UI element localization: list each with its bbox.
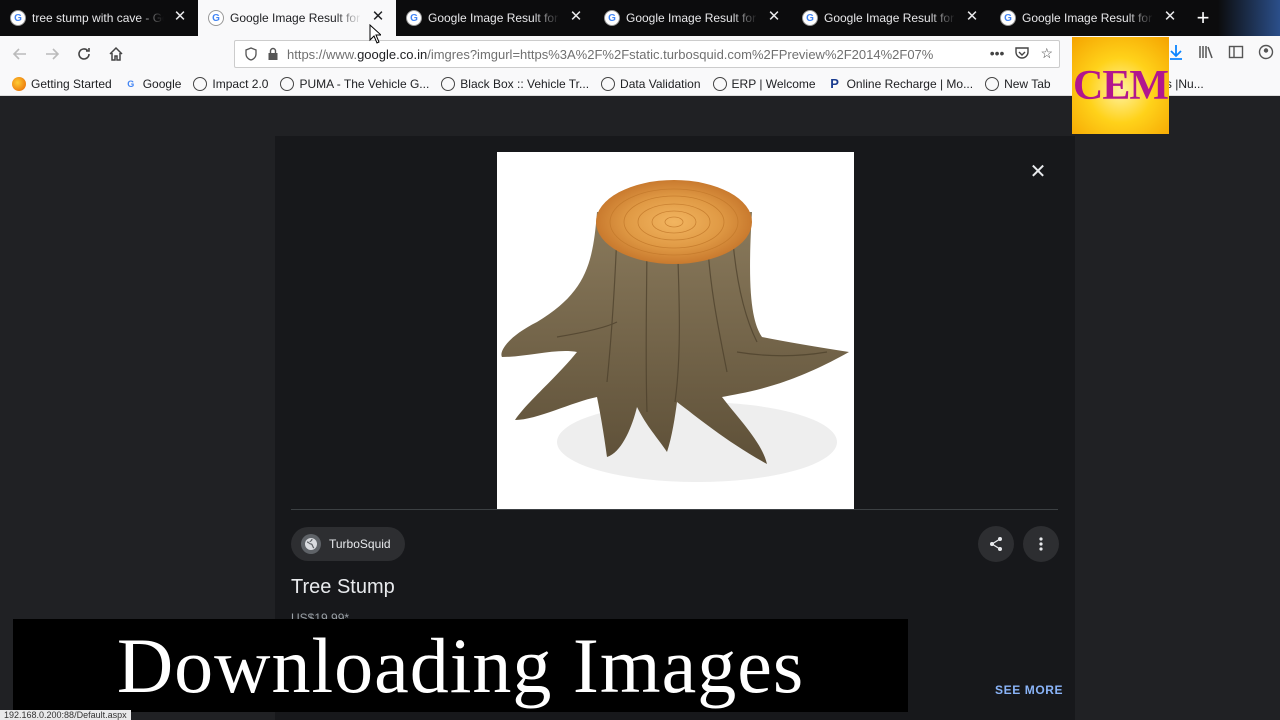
close-viewer-icon[interactable]: ✕ xyxy=(1026,160,1050,184)
tab-strip-spacer xyxy=(1218,0,1280,36)
bookmark-impact[interactable]: Impact 2.0 xyxy=(193,76,269,91)
forward-arrow-icon xyxy=(46,48,60,60)
new-tab-button[interactable]: + xyxy=(1188,0,1218,36)
bookmark-getting-started[interactable]: Getting Started xyxy=(12,76,112,91)
google-favicon-icon: G xyxy=(10,10,26,26)
mouse-cursor-icon xyxy=(369,24,381,44)
tab-title: Google Image Result for h xyxy=(230,11,362,25)
google-favicon-icon: G xyxy=(208,10,224,26)
cem-logo: CEM xyxy=(1072,37,1169,134)
reload-button[interactable] xyxy=(68,38,100,70)
bookmark-label: Impact 2.0 xyxy=(212,76,269,91)
tab-title: tree stump with cave - Google Search xyxy=(32,11,164,25)
logo-text: CEM xyxy=(1073,62,1169,109)
close-tab-icon[interactable]: ✕ xyxy=(766,9,782,25)
bookmark-online-recharge[interactable]: P Online Recharge | Mo... xyxy=(828,76,974,91)
sidebar-icon[interactable] xyxy=(1228,44,1244,65)
tab-image-result[interactable]: G Google Image Result for h ✕ xyxy=(792,0,990,36)
bookmark-label: PUMA - The Vehicle G... xyxy=(299,76,430,91)
bookmark-erp[interactable]: ERP | Welcome xyxy=(712,76,816,91)
home-button[interactable] xyxy=(100,38,132,70)
bookmark-label: Data Validation xyxy=(620,76,701,91)
google-favicon-icon: G xyxy=(802,10,818,26)
home-icon xyxy=(109,46,123,61)
google-favicon-icon: G xyxy=(1000,10,1016,26)
google-favicon-icon: G xyxy=(406,10,422,26)
close-tab-icon[interactable]: ✕ xyxy=(370,9,386,25)
bookmark-star-icon[interactable]: ☆ xyxy=(1040,45,1053,64)
close-tab-icon[interactable]: ✕ xyxy=(964,9,980,25)
bookmark-label: Google xyxy=(142,76,182,91)
url-domain: google.co.in xyxy=(357,46,428,62)
forward-button[interactable] xyxy=(36,38,68,70)
url-prefix: https://www. xyxy=(287,46,358,62)
more-vert-icon xyxy=(1039,537,1043,551)
tab-image-result-active[interactable]: G Google Image Result for h ✕ xyxy=(198,0,396,36)
close-tab-icon[interactable]: ✕ xyxy=(172,9,188,25)
bookmark-label: Getting Started xyxy=(31,76,112,91)
status-bar-url: 192.168.0.200:88/Default.aspx xyxy=(0,710,131,720)
tree-stump-image xyxy=(501,180,849,482)
image-preview[interactable] xyxy=(497,152,854,509)
globe-icon xyxy=(601,76,616,91)
url-path: /imgres?imgurl=https%3A%2F%2Fstatic.turb… xyxy=(427,46,934,62)
image-title[interactable]: Tree Stump xyxy=(291,576,395,599)
url-text[interactable]: https://www.google.co.in/imgres?imgurl=h… xyxy=(287,47,967,62)
tab-title: Google Image Result for h xyxy=(428,11,560,25)
library-icon[interactable] xyxy=(1198,44,1214,65)
caption-banner: Downloading Images xyxy=(13,619,908,712)
share-icon xyxy=(990,537,1002,551)
google-icon: G xyxy=(127,78,135,89)
tab-image-result[interactable]: G Google Image Result for h ✕ xyxy=(594,0,792,36)
back-button[interactable] xyxy=(4,38,36,70)
page-actions-icon[interactable]: ••• xyxy=(990,45,1005,64)
tab-image-result[interactable]: G Google Image Result for h ✕ xyxy=(990,0,1188,36)
globe-icon xyxy=(193,76,208,91)
globe-icon xyxy=(301,534,321,554)
bookmark-label: Online Recharge | Mo... xyxy=(846,76,974,91)
tab-search[interactable]: G tree stump with cave - Google Search ✕ xyxy=(0,0,198,36)
tab-strip: G tree stump with cave - Google Search ✕… xyxy=(0,0,1280,36)
paypal-icon: P xyxy=(830,76,839,91)
tab-title: Google Image Result for h xyxy=(1022,11,1154,25)
tab-image-result[interactable]: G Google Image Result for h ✕ xyxy=(396,0,594,36)
toolbar-right xyxy=(1168,36,1274,72)
viewer-divider xyxy=(291,509,1058,510)
see-more-link[interactable]: SEE MORE xyxy=(995,683,1063,697)
reload-icon xyxy=(78,48,90,60)
bookmark-label: Black Box :: Vehicle Tr... xyxy=(460,76,590,91)
banner-text: Downloading Images xyxy=(116,621,805,709)
bookmark-label: ERP | Welcome xyxy=(731,76,816,91)
source-chip[interactable]: TurboSquid xyxy=(291,527,405,561)
download-icon[interactable] xyxy=(1168,44,1184,65)
tab-title: Google Image Result for h xyxy=(626,11,758,25)
bookmark-black-box[interactable]: Black Box :: Vehicle Tr... xyxy=(441,76,590,91)
account-icon[interactable] xyxy=(1258,44,1274,65)
shield-icon[interactable] xyxy=(243,46,259,62)
globe-icon xyxy=(280,76,295,91)
close-tab-icon[interactable]: ✕ xyxy=(568,9,584,25)
bookmark-data-validation[interactable]: Data Validation xyxy=(601,76,701,91)
pocket-icon[interactable] xyxy=(1014,45,1030,64)
google-favicon-icon: G xyxy=(604,10,620,26)
more-options-button[interactable] xyxy=(1023,526,1059,562)
close-tab-icon[interactable]: ✕ xyxy=(1162,9,1178,25)
source-label: TurboSquid xyxy=(329,537,391,551)
globe-icon xyxy=(712,76,727,91)
back-arrow-icon xyxy=(12,48,26,60)
bookmark-label: New Tab xyxy=(1004,76,1051,91)
tab-title: Google Image Result for h xyxy=(824,11,956,25)
address-bar[interactable]: https://www.google.co.in/imgres?imgurl=h… xyxy=(234,40,1060,68)
globe-icon xyxy=(441,76,456,91)
bookmark-puma[interactable]: PUMA - The Vehicle G... xyxy=(280,76,430,91)
lock-icon[interactable] xyxy=(265,46,281,62)
share-button[interactable] xyxy=(978,526,1014,562)
globe-icon xyxy=(985,76,1000,91)
bookmark-google[interactable]: G Google xyxy=(124,76,182,91)
firefox-icon xyxy=(12,76,26,91)
bookmark-new-tab[interactable]: New Tab xyxy=(985,76,1051,91)
